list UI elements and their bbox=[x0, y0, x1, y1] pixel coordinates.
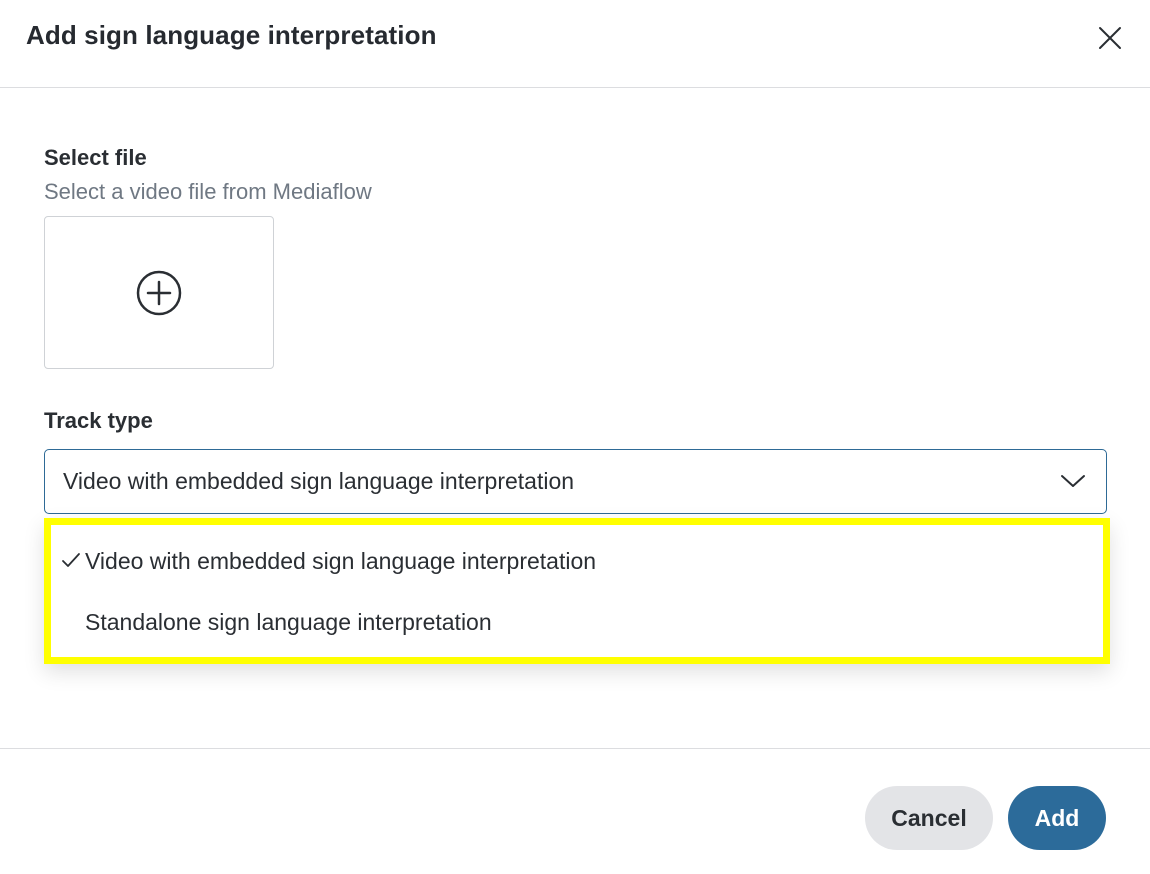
track-type-option-standalone[interactable]: Standalone sign language interpretation bbox=[51, 594, 1103, 652]
footer-divider bbox=[0, 748, 1150, 749]
close-button[interactable] bbox=[1092, 20, 1128, 56]
option-label: Video with embedded sign language interp… bbox=[85, 548, 597, 574]
add-button[interactable]: Add bbox=[1008, 786, 1106, 850]
chevron-down-icon bbox=[1061, 475, 1085, 487]
select-file-helper: Select a video file from Mediaflow bbox=[44, 179, 372, 204]
close-icon bbox=[1099, 27, 1121, 49]
track-type-option-embedded[interactable]: Video with embedded sign language interp… bbox=[51, 533, 1103, 591]
track-type-select[interactable]: Video with embedded sign language interp… bbox=[44, 449, 1107, 514]
file-picker-button[interactable] bbox=[44, 216, 274, 369]
track-type-dropdown-menu: Video with embedded sign language interp… bbox=[44, 518, 1110, 664]
select-file-label: Select file bbox=[44, 145, 147, 170]
add-sign-language-dialog: Add sign language interpretation Select … bbox=[0, 0, 1150, 874]
track-type-label: Track type bbox=[44, 408, 153, 433]
check-icon bbox=[62, 553, 80, 567]
dialog-header: Add sign language interpretation bbox=[0, 0, 1150, 88]
option-label: Standalone sign language interpretation bbox=[85, 609, 492, 635]
track-type-selected-value: Video with embedded sign language interp… bbox=[63, 468, 575, 494]
plus-circle-icon bbox=[136, 270, 182, 315]
dialog-title: Add sign language interpretation bbox=[26, 20, 437, 50]
cancel-button[interactable]: Cancel bbox=[865, 786, 993, 850]
